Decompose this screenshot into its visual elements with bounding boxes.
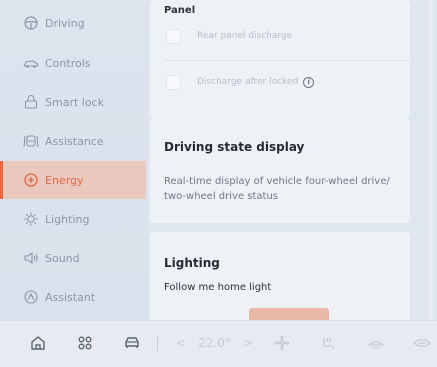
temperature-value: 22.0° [198, 336, 231, 350]
temperature-control[interactable]: < 22.0° > [170, 333, 259, 353]
bottom-bar: < 22.0° > [0, 320, 437, 367]
sidebar-item-label: Assistance [45, 134, 104, 148]
bottom-bar-separator [157, 335, 158, 351]
defrost-icon[interactable] [366, 333, 386, 353]
car-icon[interactable] [122, 333, 142, 353]
temperature-decrease-button[interactable]: < [176, 336, 186, 350]
car-controls-icon [23, 55, 39, 71]
vent-icon[interactable] [412, 333, 432, 353]
rear-panel-discharge-row[interactable]: Rear panel discharge [166, 28, 292, 44]
sidebar-item-label: Controls [45, 56, 91, 70]
light-bulb-icon [23, 211, 39, 227]
sidebar-item-lighting[interactable]: Lighting [0, 200, 146, 238]
sidebar-item-label: Sound [45, 251, 80, 265]
sidebar-item-sound[interactable]: Sound [0, 239, 146, 277]
divider [164, 60, 410, 61]
sidebar: Driving Controls Smart lock Assistance E… [0, 0, 148, 320]
sidebar-item-smart-lock[interactable]: Smart lock [0, 83, 146, 121]
driving-state-title: Driving state display [164, 140, 305, 154]
fan-icon[interactable] [272, 333, 292, 353]
info-icon[interactable]: i [303, 76, 315, 88]
follow-me-home-light-label: Follow me home light [164, 282, 272, 293]
rear-panel-discharge-label: Rear panel discharge [197, 31, 293, 41]
sidebar-item-label: Energy [45, 173, 84, 187]
lighting-title: Lighting [164, 256, 220, 270]
discharge-after-locked-checkbox[interactable] [166, 74, 181, 90]
sidebar-item-label: Smart lock [45, 95, 104, 109]
temperature-increase-button[interactable]: > [243, 336, 253, 350]
sidebar-item-controls[interactable]: Controls [0, 44, 146, 82]
sidebar-item-assistant[interactable]: Assistant [0, 278, 146, 316]
sidebar-item-driving[interactable]: Driving [0, 4, 146, 42]
sidebar-item-label: Lighting [45, 212, 90, 226]
sidebar-item-assistance[interactable]: Assistance [0, 122, 146, 160]
driving-state-card: Driving state display Real-time display … [150, 118, 410, 223]
panel-title: Panel [164, 5, 196, 16]
lock-icon [23, 94, 39, 110]
scrollbar[interactable] [429, 0, 434, 320]
panel-card: Panel Rear panel discharge Discharge aft… [150, 0, 410, 118]
home-icon[interactable] [28, 333, 48, 353]
sidebar-item-label: Driving [45, 16, 85, 30]
follow-me-home-light-button[interactable] [249, 308, 329, 320]
steering-wheel-icon [23, 15, 39, 31]
discharge-after-locked-label: Discharge after locked [197, 77, 299, 87]
apps-grid-icon[interactable] [75, 333, 95, 353]
lane-assist-icon [23, 133, 39, 149]
discharge-after-locked-row[interactable]: Discharge after locked i [166, 74, 315, 90]
energy-icon [23, 172, 39, 188]
sidebar-item-label: Assistant [45, 290, 96, 304]
settings-content: Panel Rear panel discharge Discharge aft… [150, 0, 422, 320]
driving-state-description: Real-time display of vehicle four-wheel … [164, 176, 390, 202]
speaker-icon [23, 250, 39, 266]
lighting-card: Lighting Follow me home light [150, 232, 410, 320]
assistant-icon [23, 289, 39, 305]
sidebar-item-energy[interactable]: Energy [0, 161, 146, 199]
seat-heat-icon[interactable] [318, 333, 338, 353]
rear-panel-discharge-checkbox[interactable] [166, 28, 181, 44]
